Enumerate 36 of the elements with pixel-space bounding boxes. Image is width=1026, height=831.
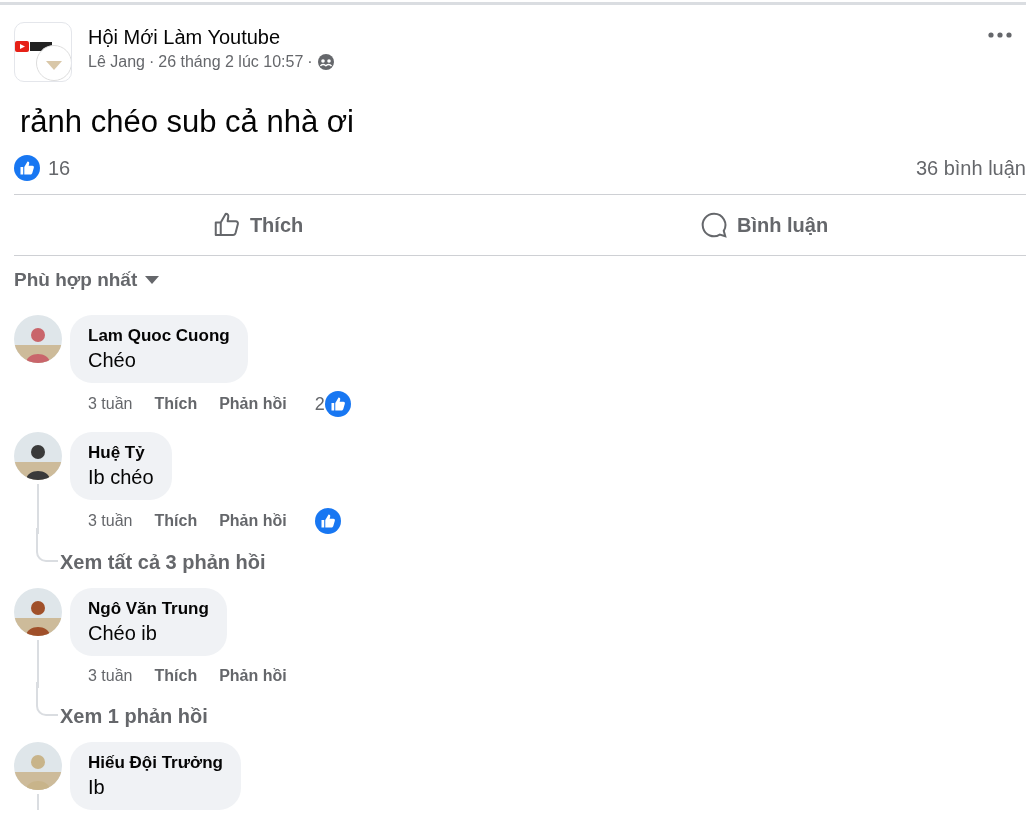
comment-text: Chéo xyxy=(88,347,137,373)
comment-text: Chéo ib xyxy=(88,620,158,646)
post-text: rảnh chéo sub cả nhà ơi xyxy=(20,103,355,141)
like-count[interactable]: 16 xyxy=(48,153,71,183)
comment-text: Ib xyxy=(88,774,106,800)
comment-like-button[interactable]: Thích xyxy=(154,392,198,416)
group-name[interactable]: Hội Mới Làm Youtube xyxy=(88,24,972,50)
comment-button[interactable]: Bình luận xyxy=(687,202,841,248)
like-button[interactable]: Thích xyxy=(199,202,316,248)
separator: · xyxy=(307,52,313,72)
group-privacy-icon xyxy=(316,53,335,71)
like-reaction-icon xyxy=(14,155,40,181)
post-time[interactable]: 26 tháng 2 lúc 10:57 xyxy=(158,50,304,74)
comment-time[interactable]: 3 tuần xyxy=(88,392,133,416)
comment-like-button[interactable]: Thích xyxy=(154,508,198,533)
comment-reply-button[interactable]: Phản hồi xyxy=(219,392,287,416)
comment-time[interactable]: 3 tuần xyxy=(88,663,133,688)
view-replies-link[interactable]: Xem tất cả 3 phản hồi xyxy=(60,549,266,574)
reaction-count: 2 xyxy=(314,392,325,416)
commenter-name[interactable]: Ngô Văn Trung xyxy=(88,597,209,620)
caret-icon xyxy=(145,276,160,285)
comment-time[interactable]: 3 tuần xyxy=(88,508,133,533)
commenter-name[interactable]: Huệ Tỷ xyxy=(88,441,154,464)
author-name[interactable]: Lê Jang xyxy=(88,50,145,74)
comment-like-button[interactable]: Thích xyxy=(154,663,198,688)
comment-reply-button[interactable]: Phản hồi xyxy=(219,663,287,688)
comment-count[interactable]: 36 bình luận xyxy=(915,153,1026,183)
view-replies-link[interactable]: Xem 1 phản hồi xyxy=(60,703,208,728)
comment-text: Ib chéo xyxy=(88,464,154,490)
commenter-name[interactable]: Lam Quoc Cuong xyxy=(88,324,230,347)
group-avatar xyxy=(14,22,72,82)
comment-reply-button[interactable]: Phản hồi xyxy=(219,508,287,533)
comment-icon xyxy=(699,210,729,240)
sort-dropdown[interactable]: Phù hợp nhất xyxy=(14,266,160,295)
separator: · xyxy=(148,52,155,72)
commenter-name[interactable]: Hiếu Đội Trưởng xyxy=(88,751,223,774)
